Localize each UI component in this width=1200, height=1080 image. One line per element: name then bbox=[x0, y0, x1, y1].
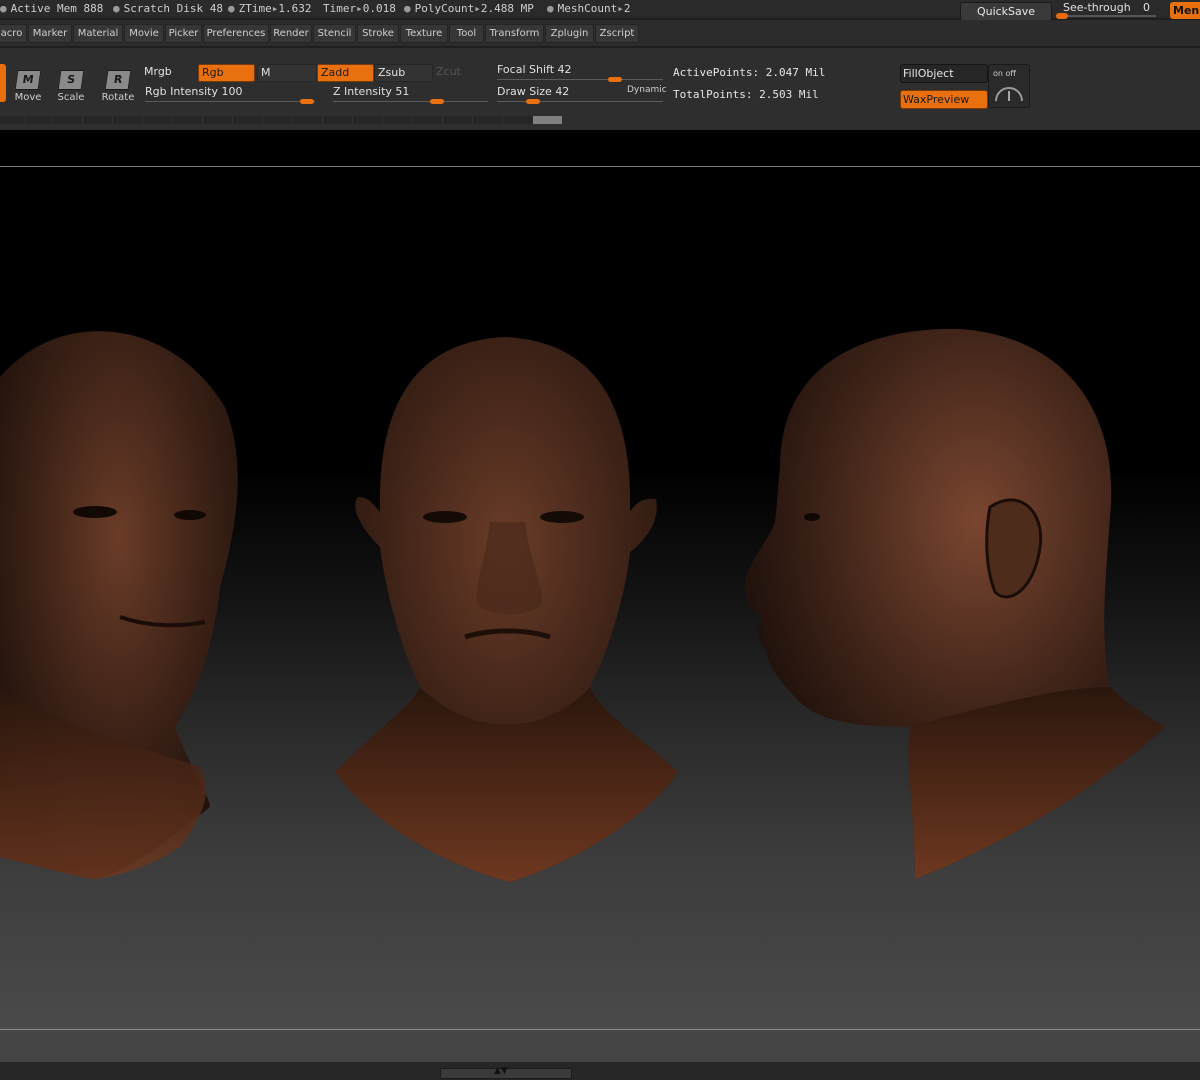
toolbar-scroll-thumb[interactable] bbox=[533, 116, 562, 124]
move-tool-label: Move bbox=[14, 92, 42, 103]
active-mem-stat: ● Active Mem 888 bbox=[0, 2, 104, 15]
scale-tool-button[interactable]: S Scale bbox=[51, 70, 91, 103]
rgb-intensity-slider[interactable]: Rgb Intensity 100 bbox=[145, 85, 242, 98]
head-profile-view bbox=[744, 328, 1165, 879]
menu-preferences[interactable]: Preferences bbox=[203, 24, 269, 43]
rgb-intensity-track[interactable] bbox=[145, 101, 315, 102]
focal-shift-slider[interactable]: Focal Shift 42 bbox=[497, 63, 572, 76]
rgb-intensity-knob[interactable] bbox=[300, 99, 314, 104]
dynamic-toggle[interactable]: Dynamic bbox=[627, 85, 667, 95]
menus-button[interactable]: Menus bbox=[1170, 2, 1200, 19]
scale-tool-label: Scale bbox=[57, 92, 85, 103]
m-button[interactable]: M bbox=[257, 64, 317, 82]
fill-object-button[interactable]: FillObject bbox=[900, 64, 988, 83]
z-intensity-knob[interactable] bbox=[430, 99, 444, 104]
rotate-tool-button[interactable]: R Rotate bbox=[98, 70, 138, 103]
total-points-readout: TotalPoints: 2.503 Mil bbox=[673, 88, 819, 101]
menu-texture[interactable]: Texture bbox=[400, 24, 448, 43]
focal-shift-knob[interactable] bbox=[608, 77, 622, 82]
rotate-tool-label: Rotate bbox=[101, 92, 135, 103]
polycount-stat: ● PolyCount▸2.488 MP bbox=[404, 2, 534, 15]
see-through-label: See-through bbox=[1063, 1, 1131, 14]
on-off-label: on off bbox=[993, 69, 1016, 78]
z-intensity-slider[interactable]: Z Intensity 51 bbox=[333, 85, 409, 98]
head-three-quarter-view bbox=[0, 331, 238, 879]
draw-size-track[interactable] bbox=[497, 101, 663, 102]
zcut-button[interactable]: Zcut bbox=[433, 64, 486, 80]
see-through-slider[interactable] bbox=[1056, 15, 1156, 17]
head-front-view bbox=[335, 337, 678, 882]
bottom-tray bbox=[0, 1030, 1200, 1062]
draw-mode-button[interactable] bbox=[0, 64, 6, 102]
draw-size-slider[interactable]: Draw Size 42 bbox=[497, 85, 569, 98]
menu-bar: acro Marker Material Movie Picker Prefer… bbox=[0, 20, 1200, 46]
menu-stroke[interactable]: Stroke bbox=[357, 24, 399, 43]
zadd-button[interactable]: Zadd bbox=[317, 64, 374, 82]
menu-render[interactable]: Render bbox=[270, 24, 312, 43]
menu-macro[interactable]: acro bbox=[0, 24, 27, 43]
active-points-readout: ActivePoints: 2.047 Mil bbox=[673, 66, 826, 79]
wax-preview-button[interactable]: WaxPreview bbox=[900, 90, 988, 109]
menu-zscript[interactable]: Zscript bbox=[595, 24, 639, 43]
scratch-disk-stat: ● Scratch Disk 48 bbox=[113, 2, 223, 15]
expand-collapse-icon[interactable]: ▲▼ bbox=[494, 1066, 508, 1076]
menu-zplugin[interactable]: Zplugin bbox=[545, 24, 594, 43]
focal-shift-track[interactable] bbox=[497, 79, 663, 80]
shelf-area bbox=[0, 130, 1200, 166]
head-sculpt-render bbox=[0, 328, 1165, 882]
menu-picker[interactable]: Picker bbox=[165, 24, 202, 43]
move-tool-button[interactable]: M Move bbox=[8, 70, 48, 103]
meshcount-stat: ● MeshCount▸2 bbox=[547, 2, 631, 15]
rgb-button[interactable]: Rgb bbox=[198, 64, 255, 82]
draw-size-knob[interactable] bbox=[526, 99, 540, 104]
gauge-icon bbox=[995, 87, 1023, 102]
menu-material[interactable]: Material bbox=[73, 24, 123, 43]
see-through-slider-knob[interactable] bbox=[1056, 13, 1068, 19]
bottom-bar bbox=[0, 1062, 1200, 1080]
menu-movie[interactable]: Movie bbox=[124, 24, 164, 43]
rotate-icon: R bbox=[104, 70, 132, 90]
ztime-stat: ● ZTime▸1.632 bbox=[228, 2, 312, 15]
toolbar-scroll-strip[interactable] bbox=[0, 116, 560, 124]
scale-icon: S bbox=[57, 70, 85, 90]
quicksave-button[interactable]: QuickSave bbox=[960, 2, 1052, 21]
menu-marker[interactable]: Marker bbox=[28, 24, 72, 43]
menu-transform[interactable]: Transform bbox=[485, 24, 544, 43]
z-intensity-track[interactable] bbox=[333, 101, 488, 102]
see-through-value: 0 bbox=[1143, 1, 1150, 14]
menu-stencil[interactable]: Stencil bbox=[313, 24, 356, 43]
mrgb-button[interactable]: Mrgb bbox=[141, 64, 194, 80]
menu-tool[interactable]: Tool bbox=[449, 24, 484, 43]
move-icon: M bbox=[14, 70, 42, 90]
timer-stat: Timer▸0.018 bbox=[323, 2, 396, 15]
viewport-canvas[interactable] bbox=[0, 167, 1200, 1029]
zsub-button[interactable]: Zsub bbox=[374, 64, 433, 82]
